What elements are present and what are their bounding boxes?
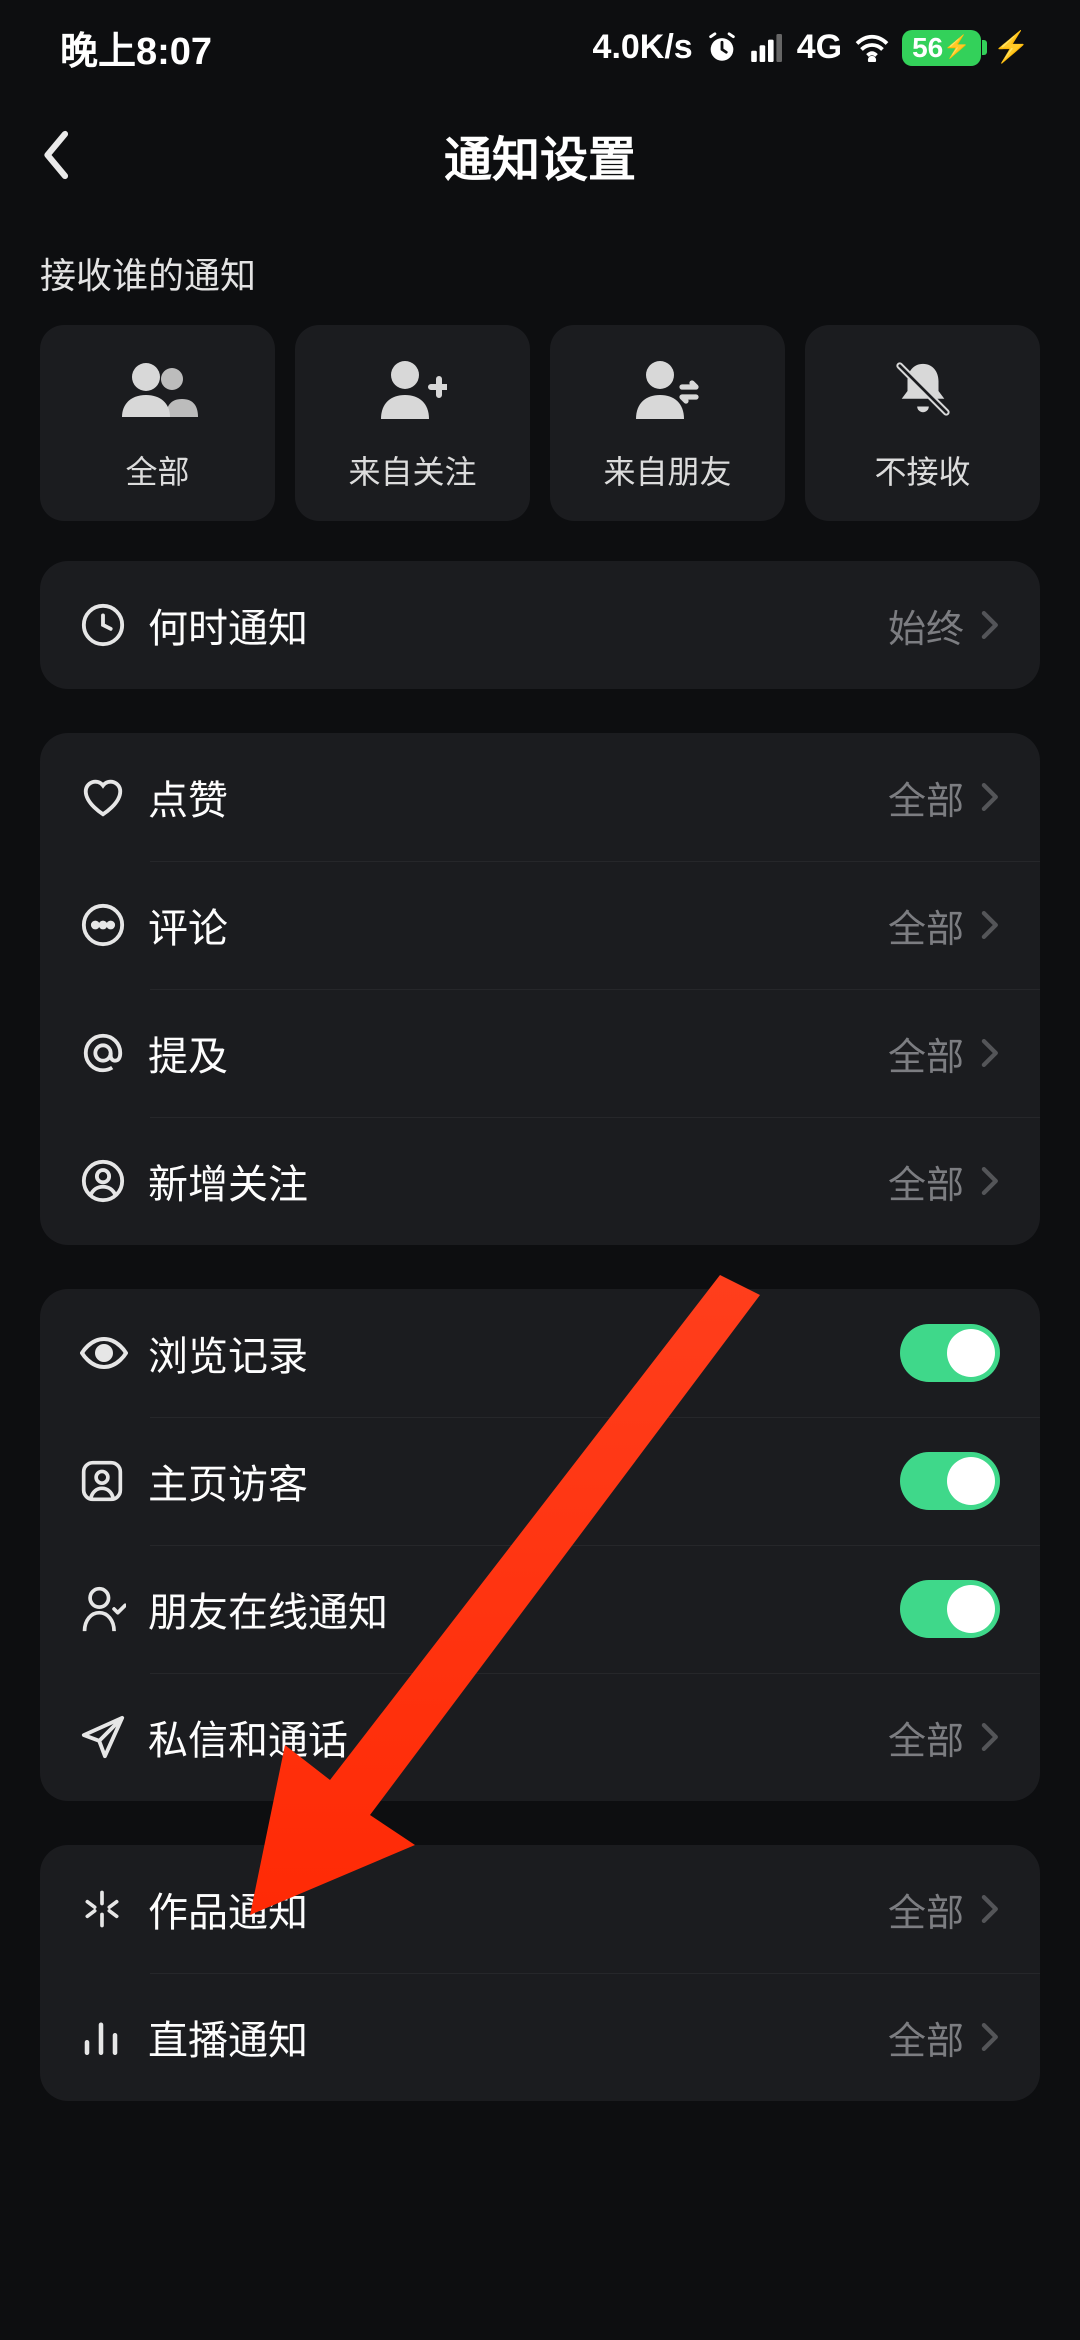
row-newfollow-label: 新增关注 — [148, 1152, 888, 1210]
status-net-speed: 4.0K/s — [593, 28, 693, 67]
chevron-right-icon — [978, 2020, 1000, 2054]
send-icon — [80, 1714, 148, 1760]
row-comment-value: 全部 — [888, 898, 964, 953]
bars-icon — [80, 2017, 148, 2057]
row-visitor-label: 主页访客 — [148, 1452, 900, 1510]
comment-icon — [80, 902, 148, 948]
row-works-notify[interactable]: 作品通知 全部 — [40, 1845, 1040, 1973]
row-live-label: 直播通知 — [148, 2008, 888, 2066]
toggle-online[interactable] — [900, 1580, 1000, 1638]
filter-all[interactable]: 全部 — [40, 325, 275, 521]
charging-icon: ⚡ — [993, 30, 1030, 65]
row-online-label: 朋友在线通知 — [148, 1580, 900, 1638]
row-works-value: 全部 — [888, 1882, 964, 1937]
row-works-label: 作品通知 — [148, 1880, 888, 1938]
status-right: 4.0K/s 4G 56⚡ ⚡ — [593, 28, 1030, 67]
chevron-right-icon — [978, 608, 1000, 642]
row-mention[interactable]: 提及 全部 — [40, 989, 1040, 1117]
group-content: 作品通知 全部 直播通知 全部 — [40, 1845, 1040, 2101]
filter-friends-label: 来自朋友 — [603, 447, 731, 493]
row-like-label: 点赞 — [148, 768, 888, 826]
row-live-notify[interactable]: 直播通知 全部 — [40, 1973, 1040, 2101]
row-when-notify[interactable]: 何时通知 始终 — [40, 561, 1040, 689]
clock-icon — [80, 602, 148, 648]
people-icon — [118, 353, 198, 425]
row-mention-label: 提及 — [148, 1024, 888, 1082]
status-bar: 晚上8:07 4.0K/s 4G 56⚡ ⚡ — [0, 0, 1080, 95]
status-time: 晚上8:07 — [60, 20, 212, 75]
section-label-receive: 接收谁的通知 — [0, 215, 1080, 325]
toggle-visitor[interactable] — [900, 1452, 1000, 1510]
chevron-right-icon — [978, 1892, 1000, 1926]
chevron-right-icon — [978, 780, 1000, 814]
filter-following-label: 来自关注 — [348, 447, 476, 493]
filter-row: 全部 来自关注 来自朋友 不接收 — [0, 325, 1080, 521]
row-comment-label: 评论 — [148, 896, 888, 954]
status-signal: 4G — [797, 28, 842, 67]
row-dm-value: 全部 — [888, 1710, 964, 1765]
alarm-icon — [705, 31, 739, 65]
row-newfollow-value: 全部 — [888, 1154, 964, 1209]
row-browse-history[interactable]: 浏览记录 — [40, 1289, 1040, 1417]
filter-all-label: 全部 — [125, 447, 189, 493]
chevron-right-icon — [978, 1036, 1000, 1070]
row-like[interactable]: 点赞 全部 — [40, 733, 1040, 861]
row-dm-label: 私信和通话 — [148, 1708, 888, 1766]
user-square-icon — [80, 1459, 148, 1503]
filter-none-label: 不接收 — [874, 447, 970, 493]
row-browse-label: 浏览记录 — [148, 1324, 900, 1382]
user-circle-icon — [80, 1158, 148, 1204]
filter-friends[interactable]: 来自朋友 — [550, 325, 785, 521]
sparkle-icon — [80, 1887, 148, 1931]
row-like-value: 全部 — [888, 770, 964, 825]
heart-icon — [80, 775, 148, 819]
row-mention-value: 全部 — [888, 1026, 964, 1081]
row-profile-visitor[interactable]: 主页访客 — [40, 1417, 1040, 1545]
filter-none[interactable]: 不接收 — [805, 325, 1040, 521]
page-title: 通知设置 — [0, 120, 1080, 190]
filter-following[interactable]: 来自关注 — [295, 325, 530, 521]
chevron-right-icon — [978, 1720, 1000, 1754]
bell-off-icon — [891, 353, 955, 425]
person-add-icon — [379, 353, 447, 425]
row-when-label: 何时通知 — [148, 596, 888, 654]
signal-icon — [751, 34, 785, 62]
battery-icon: 56⚡ — [902, 30, 981, 66]
nav-bar: 通知设置 — [0, 95, 1080, 215]
row-newfollow[interactable]: 新增关注 全部 — [40, 1117, 1040, 1245]
person-check-icon — [80, 1585, 148, 1633]
wifi-icon — [854, 34, 890, 62]
at-icon — [80, 1030, 148, 1076]
chevron-right-icon — [978, 1164, 1000, 1198]
chevron-right-icon — [978, 908, 1000, 942]
row-comment[interactable]: 评论 全部 — [40, 861, 1040, 989]
back-button[interactable] — [40, 127, 76, 183]
row-dm-call[interactable]: 私信和通话 全部 — [40, 1673, 1040, 1801]
row-when-value: 始终 — [888, 598, 964, 653]
group-privacy: 浏览记录 主页访客 朋友在线通知 私信和通话 全部 — [40, 1289, 1040, 1801]
toggle-browse[interactable] — [900, 1324, 1000, 1382]
row-friend-online[interactable]: 朋友在线通知 — [40, 1545, 1040, 1673]
row-live-value: 全部 — [888, 2010, 964, 2065]
eye-icon — [80, 1333, 148, 1373]
group-when: 何时通知 始终 — [40, 561, 1040, 689]
group-interactions: 点赞 全部 评论 全部 提及 全部 新增关注 全部 — [40, 733, 1040, 1245]
person-swap-icon — [634, 353, 702, 425]
